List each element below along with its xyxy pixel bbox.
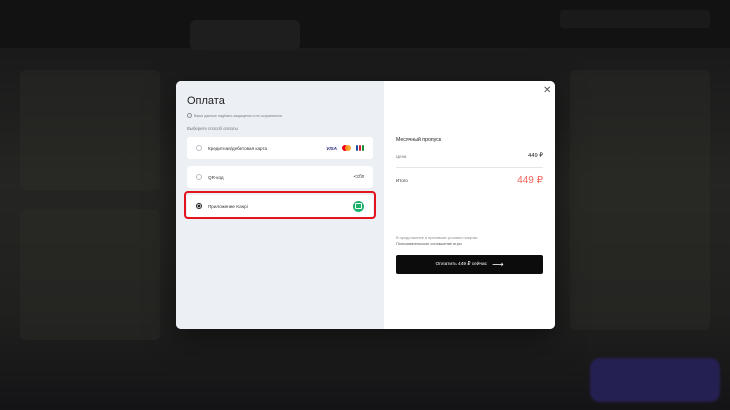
total-value: 449 ₽ [517,175,543,186]
shield-icon [187,113,192,118]
payment-methods-panel: Оплата Ваши данные надёжно защищены и не… [176,81,384,329]
total-label: Итого [396,178,408,183]
close-icon[interactable]: ✕ [543,86,551,96]
order-summary-panel: ✕ Месячный пропуск Цена 449 ₽ Итого 449 … [384,81,555,329]
visa-logo-icon: VISA [326,145,337,151]
terms-link[interactable]: Пользовательское соглашение игры [396,241,477,247]
price-value: 449 ₽ [528,153,543,159]
sbp-logo-icon: ≺сбп [352,174,364,180]
divider [396,167,543,168]
selection-highlight [184,191,376,219]
payment-option-card[interactable]: Кредитная/дебетовая карта VISA [187,137,373,159]
modal-title: Оплата [187,95,225,107]
payment-option-label: Кредитная/дебетовая карта [208,145,268,151]
radio-qr[interactable] [196,174,202,180]
total-row: Итого 449 ₽ [396,175,543,186]
payment-option-label: QR-код [208,174,224,180]
pay-now-button[interactable]: Оплатить 449 ₽ сейчас ⟶ [396,255,543,274]
plan-name: Месячный пропуск [396,137,442,143]
payment-modal: Оплата Ваши данные надёжно защищены и не… [176,81,555,329]
mastercard-logo-icon [342,145,351,151]
arrow-right-icon: ⟶ [492,259,504,269]
price-row: Цена 449 ₽ [396,153,543,159]
pay-button-label: Оплатить 449 ₽ сейчас [435,262,488,267]
jcb-logo-icon [356,145,364,151]
price-label: Цена [396,153,407,159]
secure-note-text: Ваши данные надёжно защищены и не сохран… [194,113,282,118]
terms-text: В продолжение я принимаю условия покупки… [396,235,477,247]
payment-option-qr[interactable]: QR-код ≺сбп [187,166,373,188]
secure-note: Ваши данные надёжно защищены и не сохран… [187,113,282,118]
radio-card[interactable] [196,145,202,151]
choose-method-label: Выберите способ оплаты [187,126,238,131]
